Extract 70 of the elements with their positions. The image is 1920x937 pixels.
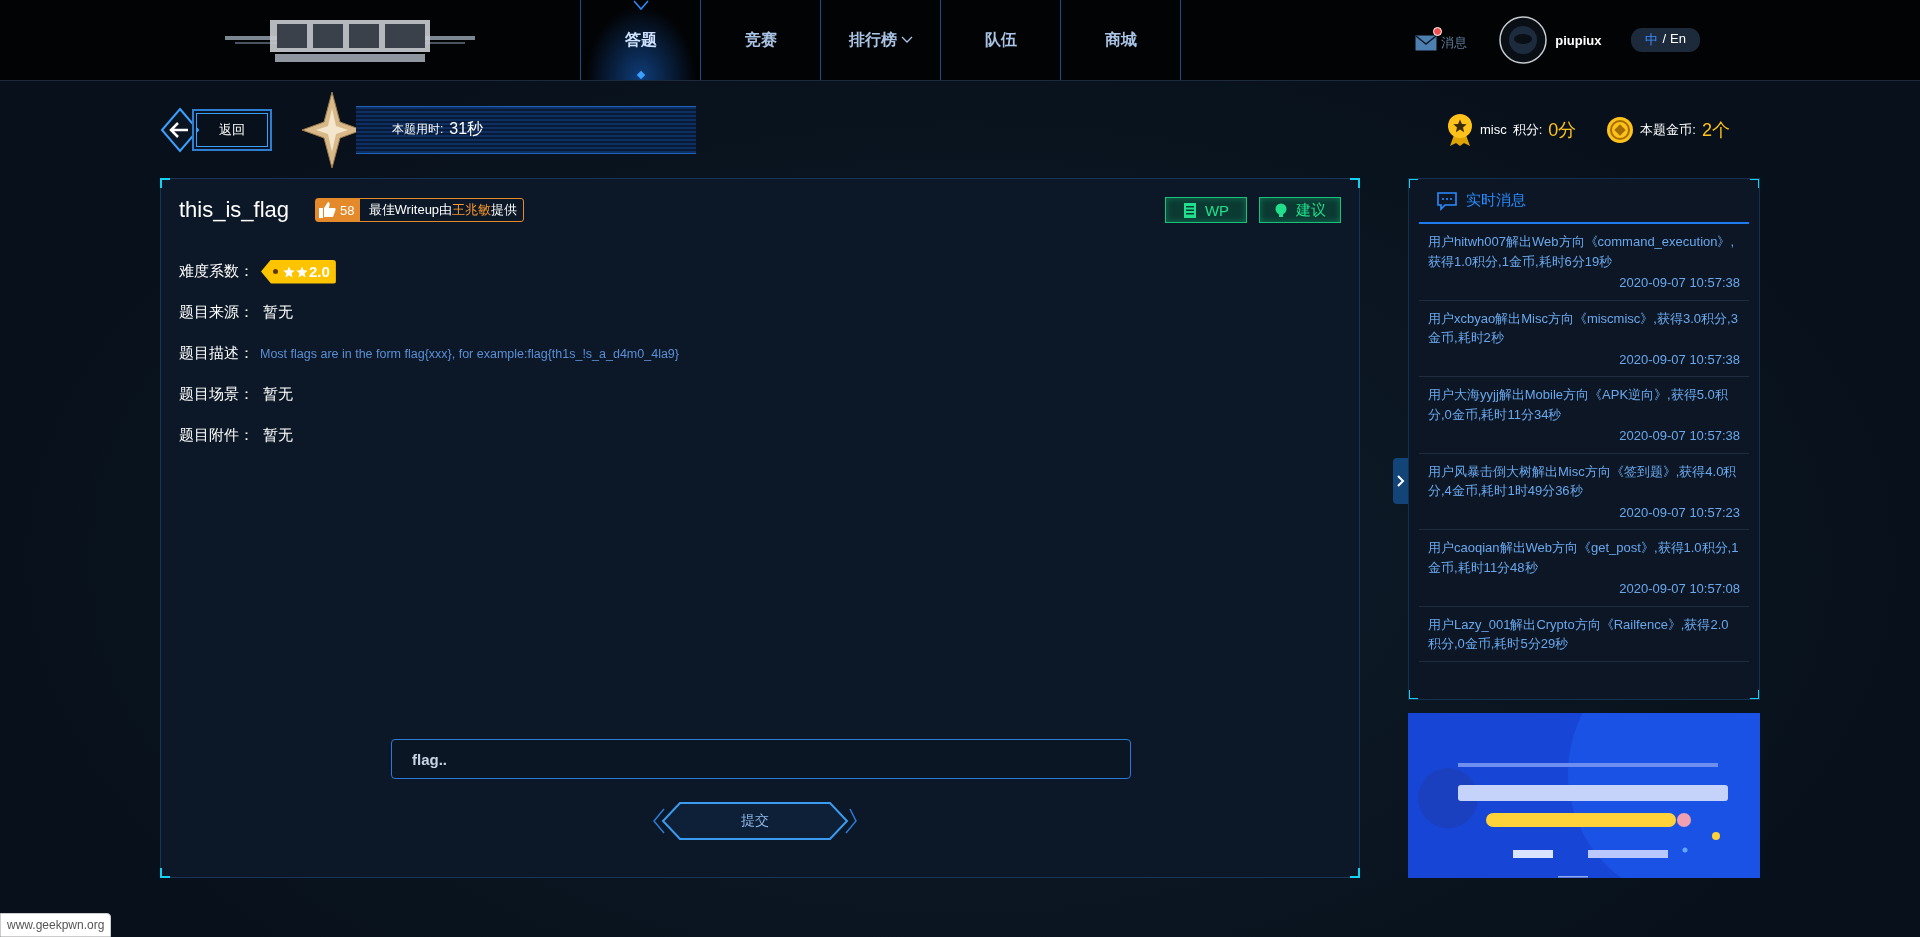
corner-bracket	[1409, 179, 1418, 188]
field-label: 难度系数：	[179, 262, 255, 281]
score-label: 积分:	[1512, 120, 1543, 139]
corner-bracket	[1750, 690, 1759, 699]
news-time: 2020-09-07 10:57:23	[1619, 504, 1740, 520]
language-switch[interactable]: 中 / En	[1631, 28, 1700, 52]
nav-tab[interactable]: 竞赛	[701, 0, 821, 80]
chevron-right-icon	[1396, 474, 1405, 488]
news-text: 用户风暴击倒大树解出Misc方向《签到题》,获得4.0积分,4金币,耗时1时49分36秒	[1428, 462, 1738, 500]
field-label: 题目来源：	[179, 303, 255, 322]
news-text: 用户hitwh007解出Web方向《command_execution》,获得1.0积分,1金币,耗时6分19秒	[1428, 233, 1736, 271]
nav-tab[interactable]: 队伍	[941, 0, 1061, 80]
field-label: 题目场景：	[179, 385, 255, 404]
field-label: 题目附件：	[179, 426, 255, 445]
avatar-icon[interactable]	[1499, 16, 1548, 64]
field-label: 题目描述：	[179, 344, 255, 363]
news-text: 用户caoqian解出Web方向《get_post》,获得1.0积分,1金币,耗时11分48秒	[1428, 539, 1740, 577]
coins-value: 2个	[1702, 118, 1730, 142]
timer-value: 31秒	[449, 119, 484, 139]
username[interactable]: piupiux	[1555, 32, 1602, 48]
corner-bracket	[1750, 179, 1759, 188]
chevron-down-icon	[633, 0, 649, 12]
corner-bracket	[160, 868, 170, 878]
suggest-button[interactable]: 建议	[1259, 197, 1341, 223]
writeup-badge[interactable]: 58 最佳Writeup由王兆敏提供	[315, 198, 525, 222]
language-option[interactable]: En	[1670, 31, 1686, 49]
language-option[interactable]: 中	[1645, 31, 1659, 49]
thumbs-up-icon	[319, 202, 337, 218]
news-time: 2020-09-07 10:57:38	[1619, 351, 1740, 367]
field-value: 暂无	[263, 426, 293, 445]
nav-tab[interactable]: 排行榜	[821, 0, 941, 80]
writeup-button[interactable]: WP	[1165, 197, 1247, 223]
chat-icon	[1436, 190, 1458, 211]
separator-text: /	[1662, 31, 1667, 48]
star-icon	[283, 265, 295, 278]
news-time: 2020-09-07 10:57:38	[1619, 428, 1740, 443]
coins-label: 本题金币:	[1640, 120, 1696, 139]
score-value: 0分	[1548, 118, 1577, 142]
likes-count: 58	[340, 202, 355, 218]
timer-label: 本题用时:	[392, 121, 444, 138]
medal-icon	[1446, 112, 1474, 147]
back-arrow-icon	[160, 106, 200, 153]
corner-bracket	[1350, 178, 1360, 188]
field-value: 暂无	[263, 303, 293, 322]
flag-input[interactable]: flag..	[391, 739, 1131, 779]
diamond-icon	[636, 70, 646, 80]
news-text: 用户Lazy_001解出Crypto方向《Railfence》,获得2.0积分,0金币,耗时5分29秒	[1428, 615, 1730, 653]
messages-button[interactable]: 消息	[1413, 26, 1470, 54]
news-text: 用户xcbyao解出Misc方向《miscmisc》,获得3.0积分,3金币,耗时2秒	[1428, 309, 1739, 347]
collapse-tab[interactable]	[1393, 458, 1408, 504]
description-text: Most flags are in the form flag{xxx}, for example:flag{th1s_!s_a_d4m0_4la9}	[260, 346, 679, 361]
coin-icon	[1606, 115, 1635, 144]
envelope-icon	[1415, 35, 1438, 51]
news-time: 2020-09-07 10:57:38	[1619, 275, 1740, 290]
corner-bracket	[1409, 690, 1418, 699]
lightbulb-icon	[1274, 202, 1288, 218]
corner-bracket	[160, 178, 170, 188]
difficulty-tag: 2.0	[261, 259, 336, 284]
writeup-credit: 最佳Writeup由王兆敏提供	[367, 201, 519, 219]
document-icon	[1182, 202, 1197, 218]
star-icon	[296, 265, 308, 278]
nav-tab[interactable]: 商城	[1061, 0, 1181, 80]
status-url: www.geekpwn.org	[0, 913, 112, 937]
panel-title: 实时消息	[1466, 191, 1526, 210]
category-text: misc	[1480, 122, 1507, 137]
corner-bracket	[1350, 868, 1360, 878]
news-text: 用户大海yyjj解出Mobile方向《APK逆向》,获得5.0积分,0金币,耗时11分34秒	[1428, 386, 1729, 424]
field-value: 暂无	[263, 385, 293, 404]
news-time: 2020-09-07 10:57:08	[1619, 581, 1740, 596]
challenge-title: this_is_flag	[179, 197, 290, 223]
